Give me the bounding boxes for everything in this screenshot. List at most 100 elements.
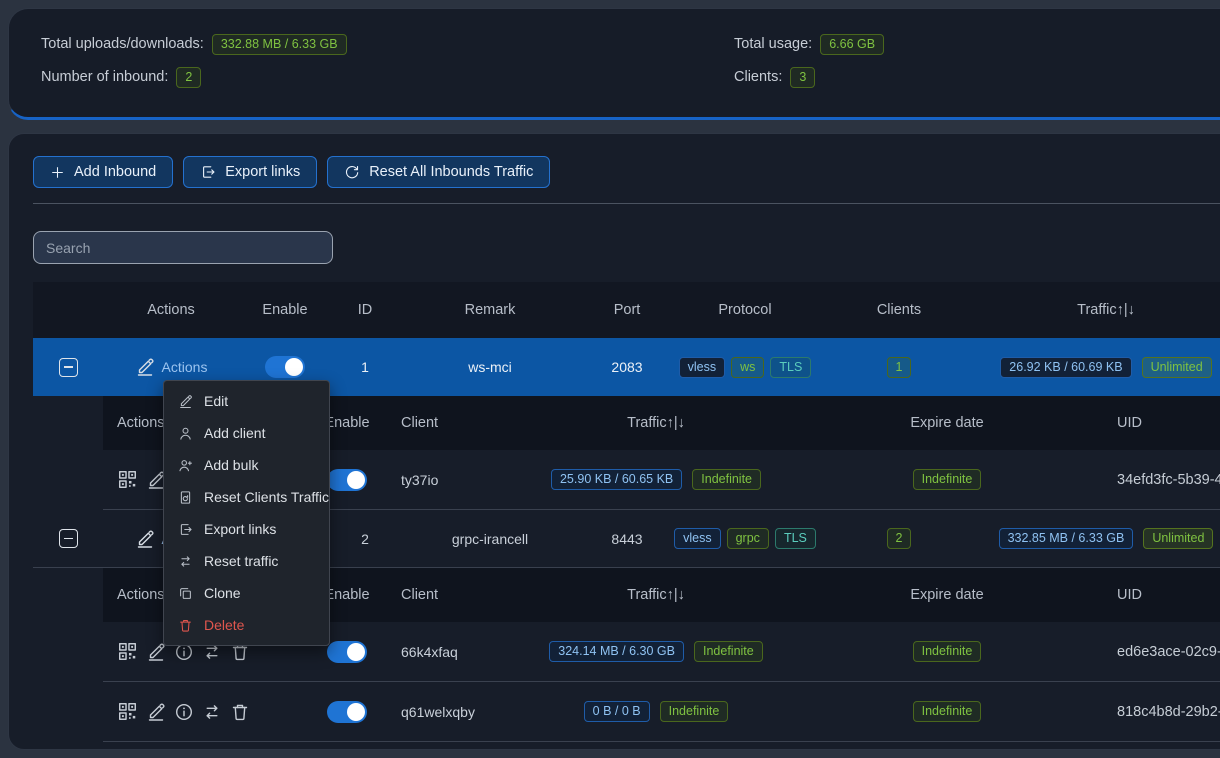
client-info-button[interactable] bbox=[174, 702, 194, 722]
protocol-badge-tls: TLS bbox=[770, 357, 811, 378]
client-enable-toggle[interactable] bbox=[327, 641, 367, 663]
inbound-id: 1 bbox=[361, 359, 369, 375]
quota-badge: Unlimited bbox=[1143, 528, 1213, 549]
sub-header-actions: Actions bbox=[103, 415, 165, 431]
add-inbound-label: Add Inbound bbox=[74, 164, 156, 180]
menu-item-clone[interactable]: Clone bbox=[164, 577, 329, 609]
traffic-cell: 26.92 KB / 60.69 KB Unlimited bbox=[1000, 357, 1211, 378]
trash-icon bbox=[230, 702, 250, 722]
export-icon bbox=[178, 522, 193, 537]
protocol-badge-tls: TLS bbox=[775, 528, 816, 549]
sub-header-enable: Enable bbox=[324, 587, 369, 603]
sub-header-expire: Expire date bbox=[910, 415, 983, 431]
export-links-button[interactable]: Export links bbox=[183, 156, 317, 188]
header-id: ID bbox=[358, 302, 373, 318]
inbound-port: 8443 bbox=[611, 531, 642, 547]
plus-icon bbox=[50, 165, 65, 180]
qr-code-button[interactable] bbox=[117, 641, 138, 662]
table-header-row: Actions Enable ID Remark Port Protocol C… bbox=[33, 282, 1220, 338]
menu-item-label: Reset Clients Traffic bbox=[204, 489, 329, 505]
collapse-row-button[interactable] bbox=[59, 529, 78, 548]
reset-all-traffic-button[interactable]: Reset All Inbounds Traffic bbox=[327, 156, 550, 188]
menu-item-label: Delete bbox=[204, 617, 244, 633]
sub-header-uid: UID bbox=[1103, 415, 1142, 431]
protocol-badges: vless grpc TLS bbox=[674, 528, 816, 549]
usage-label: Total usage: bbox=[734, 36, 812, 52]
menu-item-export-links[interactable]: Export links bbox=[164, 513, 329, 545]
traffic-cell: 332.85 MB / 6.33 GB Unlimited bbox=[999, 528, 1214, 549]
client-name: q61welxqby bbox=[391, 704, 475, 720]
reset-all-traffic-label: Reset All Inbounds Traffic bbox=[369, 164, 533, 180]
header-protocol: Protocol bbox=[718, 302, 771, 318]
add-inbound-button[interactable]: Add Inbound bbox=[33, 156, 173, 188]
header-traffic-sort[interactable]: Traffic↑|↓ bbox=[1077, 302, 1135, 318]
uploads-label: Total uploads/downloads: bbox=[41, 36, 204, 52]
inbound-actions-dropdown[interactable]: Actions bbox=[135, 357, 208, 377]
client-traffic-cell: 25.90 KB / 60.65 KB Indefinite bbox=[551, 469, 761, 490]
file-sync-icon bbox=[178, 490, 193, 505]
client-count-badge: 2 bbox=[887, 528, 912, 549]
menu-item-reset-clients-traffic[interactable]: Reset Clients Traffic bbox=[164, 481, 329, 513]
edit-pencil-icon bbox=[135, 357, 155, 377]
user-add-icon bbox=[178, 458, 193, 473]
stats-left-column: Total uploads/downloads: 332.88 MB / 6.3… bbox=[41, 33, 734, 117]
inbound-enable-toggle[interactable] bbox=[265, 356, 305, 378]
qr-code-icon bbox=[117, 469, 138, 490]
collapse-row-button[interactable] bbox=[59, 358, 78, 377]
reset-client-traffic-button[interactable] bbox=[202, 702, 222, 722]
protocol-badge-vless: vless bbox=[674, 528, 720, 549]
stats-panel: Total uploads/downloads: 332.88 MB / 6.3… bbox=[8, 8, 1220, 120]
client-enable-toggle[interactable] bbox=[327, 469, 367, 491]
export-icon bbox=[200, 164, 216, 180]
menu-item-label: Add client bbox=[204, 425, 265, 441]
protocol-badges: vless ws TLS bbox=[679, 357, 812, 378]
sub-header-enable: Enable bbox=[324, 415, 369, 431]
client-enable-toggle[interactable] bbox=[327, 701, 367, 723]
menu-item-delete[interactable]: Delete bbox=[164, 609, 329, 641]
menu-item-label: Add bulk bbox=[204, 457, 258, 473]
search-input[interactable] bbox=[33, 231, 333, 264]
inbounds-label: Number of inbound: bbox=[41, 69, 168, 85]
delete-client-button[interactable] bbox=[230, 702, 250, 722]
client-uid: 818c4b8d-29b2-4 bbox=[1103, 704, 1220, 720]
edit-client-button[interactable] bbox=[146, 702, 166, 722]
sub-header-actions: Actions bbox=[103, 587, 165, 603]
client-expire-badge: Indefinite bbox=[913, 701, 982, 722]
client-traffic-badge: 0 B / 0 B bbox=[584, 701, 650, 722]
export-links-label: Export links bbox=[225, 164, 300, 180]
stat-total-usage: Total usage: 6.66 GB bbox=[734, 33, 1220, 55]
qr-code-button[interactable] bbox=[117, 469, 138, 490]
client-uid: 34efd3fc-5b39-45 bbox=[1103, 472, 1220, 488]
client-limit-badge: Indefinite bbox=[660, 701, 729, 722]
toolbar-divider bbox=[33, 203, 1220, 204]
inbound-port: 2083 bbox=[611, 359, 642, 375]
edit-pencil-icon bbox=[146, 702, 166, 722]
client-count-badge: 1 bbox=[887, 357, 912, 378]
client-row-q61welxqby: q61welxqby 0 B / 0 B Indefinite Indefini… bbox=[103, 682, 1220, 742]
inbound-id: 2 bbox=[361, 531, 369, 547]
quota-badge: Unlimited bbox=[1142, 357, 1212, 378]
menu-item-reset-traffic[interactable]: Reset traffic bbox=[164, 545, 329, 577]
menu-item-edit[interactable]: Edit bbox=[164, 385, 329, 417]
menu-item-add-bulk[interactable]: Add bulk bbox=[164, 449, 329, 481]
protocol-badge-ws: ws bbox=[731, 357, 764, 378]
inbound-actions-label: Actions bbox=[162, 359, 208, 375]
protocol-badge-vless: vless bbox=[679, 357, 725, 378]
menu-item-label: Export links bbox=[204, 521, 276, 537]
sub-header-traffic-sort[interactable]: Traffic↑|↓ bbox=[627, 587, 685, 603]
client-traffic-badge: 25.90 KB / 60.65 KB bbox=[551, 469, 682, 490]
sub-header-client: Client bbox=[391, 415, 438, 431]
stat-clients: Clients: 3 bbox=[734, 66, 1220, 88]
stat-total-uploads-downloads: Total uploads/downloads: 332.88 MB / 6.3… bbox=[41, 33, 734, 55]
qr-code-button[interactable] bbox=[117, 701, 138, 722]
inbounds-value-badge: 2 bbox=[176, 67, 201, 88]
client-name: ty37io bbox=[391, 472, 438, 488]
qr-code-icon bbox=[117, 701, 138, 722]
client-traffic-cell: 324.14 MB / 6.30 GB Indefinite bbox=[549, 641, 762, 662]
qr-code-icon bbox=[117, 641, 138, 662]
menu-item-add-client[interactable]: Add client bbox=[164, 417, 329, 449]
clients-label: Clients: bbox=[734, 69, 782, 85]
client-name: 66k4xfaq bbox=[391, 644, 458, 660]
sub-header-traffic-sort[interactable]: Traffic↑|↓ bbox=[627, 415, 685, 431]
header-remark: Remark bbox=[465, 302, 516, 318]
